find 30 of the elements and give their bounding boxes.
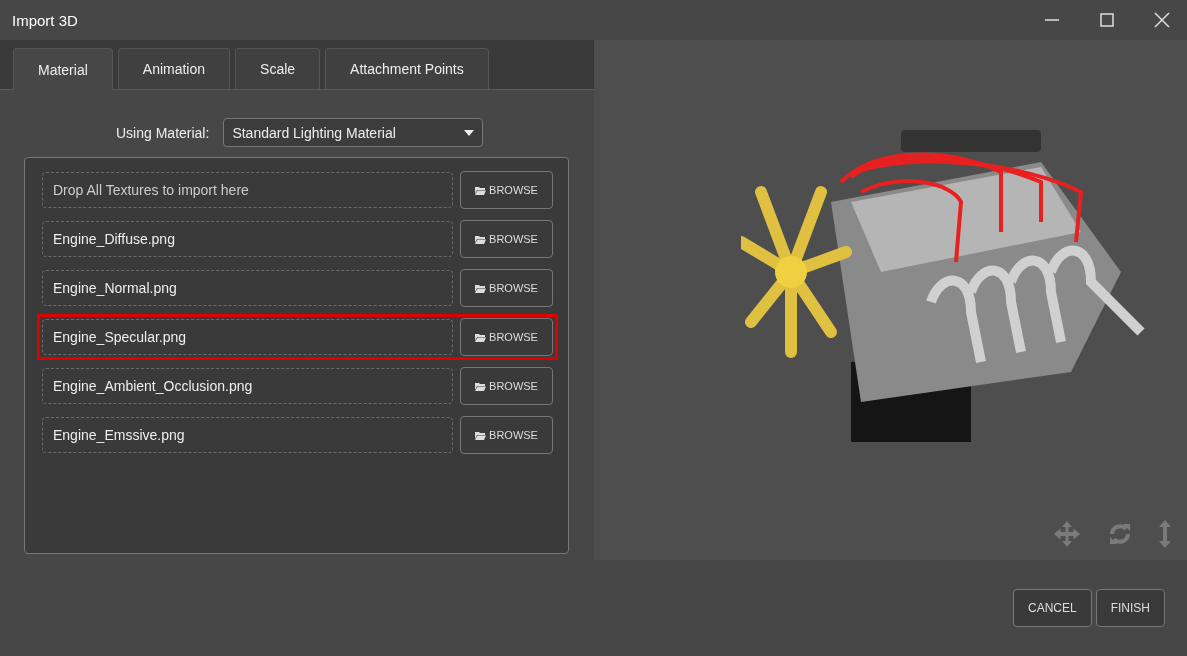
close-icon[interactable]: [1154, 12, 1170, 28]
folder-icon: [475, 283, 487, 293]
file-field[interactable]: Engine_Emssive.png: [42, 417, 453, 453]
browse-button[interactable]: BROWSE: [460, 220, 553, 258]
tab[interactable]: Attachment Points: [325, 48, 489, 89]
file-field[interactable]: Engine_Specular.png: [42, 319, 453, 355]
material-dropdown[interactable]: Standard Lighting Material: [223, 118, 484, 147]
file-field[interactable]: Engine_Ambient_Occlusion.png: [42, 368, 453, 404]
file-field[interactable]: Engine_Diffuse.png: [42, 221, 453, 257]
drop-zone[interactable]: Drop All Textures to import here: [42, 172, 453, 208]
folder-icon: [475, 234, 487, 244]
dialog-button[interactable]: CANCEL: [1012, 589, 1092, 627]
browse-button[interactable]: BROWSE: [460, 171, 553, 209]
tab[interactable]: Material: [13, 48, 113, 90]
folder-icon: [475, 332, 487, 342]
browse-button[interactable]: BROWSE: [460, 269, 553, 307]
file-field[interactable]: Engine_Normal.png: [42, 270, 453, 306]
window-title: Import 3D: [12, 11, 78, 29]
caret-icon: [464, 129, 475, 136]
browse-button[interactable]: BROWSE: [460, 416, 553, 454]
browse-button[interactable]: BROWSE: [460, 367, 553, 405]
maximize-icon[interactable]: [1100, 13, 1114, 27]
browse-button[interactable]: BROWSE: [460, 318, 553, 356]
tab[interactable]: Scale: [235, 48, 321, 89]
folder-icon: [475, 381, 487, 391]
tab[interactable]: Animation: [117, 48, 231, 89]
material-label: Using Material:: [116, 124, 210, 141]
folder-icon: [475, 430, 487, 440]
folder-icon: [475, 185, 487, 195]
dialog-button[interactable]: FINISH: [1095, 589, 1165, 627]
